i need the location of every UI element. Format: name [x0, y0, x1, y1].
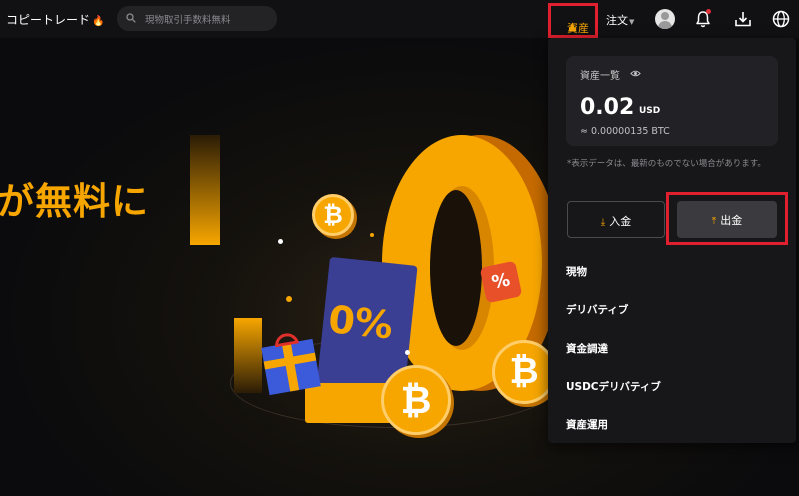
nav-orders-menu[interactable]: 注文▼ — [606, 12, 634, 28]
withdraw-label: 出金 — [720, 214, 743, 227]
globe-icon — [772, 10, 790, 28]
withdraw-icon: ⤒ — [711, 216, 717, 227]
search-placeholder: 現物取引手数料無料 — [145, 15, 231, 26]
bitcoin-coin-icon: ₿ — [381, 365, 451, 435]
gift-box-icon — [261, 331, 321, 396]
total-asset-amount: 0.02 — [580, 95, 635, 120]
sparkle-dot — [370, 233, 374, 237]
bitcoin-coin-icon: ₿ — [312, 194, 354, 236]
assets-dropdown: 資産一覧 0.02 USD ≈ 0.00000135 BTC *表示データは、最… — [548, 38, 796, 443]
top-navigation-bar: コピートレード 🔥 現物取引手数料無料 資産 ▲ 注文▼ — [0, 0, 799, 38]
sparkle-dot — [405, 350, 410, 355]
search-input[interactable]: 現物取引手数料無料 — [117, 6, 277, 31]
asset-overview-title: 資産一覧 — [580, 71, 620, 82]
avatar-icon[interactable] — [655, 9, 675, 29]
ticket-percent: 0% — [326, 297, 396, 348]
eye-icon[interactable] — [630, 68, 641, 79]
flame-icon: 🔥 — [92, 16, 105, 27]
copy-trade-label: コピートレード — [6, 13, 91, 27]
caret-up-icon: ▲ — [568, 20, 577, 33]
decorative-bar — [190, 135, 220, 245]
sparkle-dot — [278, 239, 283, 244]
asset-overview-card[interactable]: 資産一覧 0.02 USD ≈ 0.00000135 BTC — [566, 56, 778, 146]
promo-headline: が無料に — [0, 180, 149, 223]
nav-assets-menu[interactable]: 資産 ▲ — [548, 3, 598, 38]
nav-orders-label: 注文 — [606, 14, 628, 27]
language-button[interactable] — [771, 9, 791, 29]
sparkle-dot — [286, 296, 292, 302]
search-icon — [126, 13, 136, 23]
data-disclaimer: *表示データは、最新のものでない場合があります。 — [567, 159, 766, 169]
menu-item-derivatives[interactable]: デリバティブ — [566, 302, 628, 317]
deposit-icon: ⤓ — [600, 217, 606, 228]
download-icon — [735, 12, 751, 27]
btc-equivalent: ≈ 0.00000135 BTC — [580, 126, 670, 137]
menu-item-funding[interactable]: 資金調達 — [566, 341, 608, 356]
menu-item-usdc-derivatives[interactable]: USDCデリバティブ — [566, 379, 661, 394]
deposit-label: 入金 — [609, 215, 632, 228]
caret-down-icon: ▼ — [629, 18, 635, 26]
menu-item-spot[interactable]: 現物 — [566, 264, 587, 279]
withdraw-button[interactable]: ⤒ 出金 — [677, 201, 777, 238]
decorative-bar — [234, 318, 262, 393]
copy-trade-link[interactable]: コピートレード 🔥 — [6, 11, 104, 28]
menu-item-earn[interactable]: 資産運用 — [566, 417, 608, 432]
asset-currency: USD — [639, 106, 661, 116]
bitcoin-coin-icon: ₿ — [492, 340, 556, 404]
percent-bubble: % — [479, 260, 523, 304]
notification-dot — [706, 9, 711, 14]
download-app-button[interactable] — [733, 9, 753, 29]
deposit-button[interactable]: ⤓ 入金 — [567, 201, 665, 238]
notifications-button[interactable] — [693, 9, 713, 29]
